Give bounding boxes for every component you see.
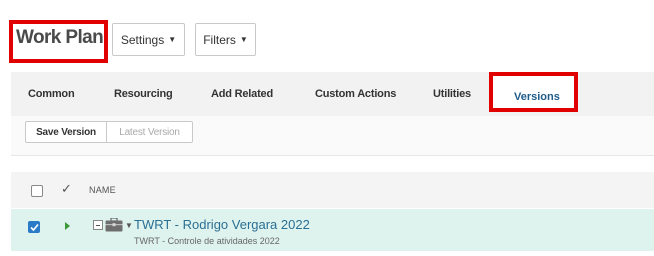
select-all-checkbox[interactable]	[31, 185, 43, 197]
save-version-button[interactable]: Save Version	[25, 121, 107, 143]
check-icon: ✓	[61, 181, 72, 196]
filters-label: Filters	[203, 32, 236, 47]
caret-down-icon: ▼	[239, 35, 248, 44]
tab-resourcing[interactable]: Resourcing	[114, 88, 173, 100]
tab-common[interactable]: Common	[28, 88, 75, 100]
tab-versions[interactable]: Versions	[514, 91, 560, 103]
collapse-icon[interactable]	[93, 220, 103, 230]
row-checkbox[interactable]	[28, 221, 40, 233]
ribbon: Common Resourcing Add Related Custom Act…	[11, 72, 654, 156]
filters-button[interactable]: Filters ▼	[195, 23, 256, 56]
tab-utilities[interactable]: Utilities	[433, 88, 471, 100]
tab-custom-actions[interactable]: Custom Actions	[315, 88, 396, 100]
column-header-name[interactable]: NAME	[89, 185, 116, 195]
tab-add-related[interactable]: Add Related	[211, 88, 273, 100]
caret-down-icon: ▼	[168, 35, 177, 44]
settings-button[interactable]: Settings ▼	[112, 23, 185, 56]
grid-header: ✓ NAME	[11, 172, 654, 208]
ribbon-tabs: Common Resourcing Add Related Custom Act…	[11, 72, 654, 116]
briefcase-icon	[105, 217, 123, 237]
row-subtitle: TWRT - Controle de atividades 2022	[134, 236, 280, 246]
caret-down-icon[interactable]: ▼	[125, 221, 133, 230]
settings-label: Settings	[120, 32, 165, 47]
play-icon[interactable]	[65, 222, 70, 230]
table-row[interactable]: ▼ TWRT - Rodrigo Vergara 2022 TWRT - Con…	[11, 209, 654, 251]
page-title: Work Plan	[16, 27, 104, 48]
row-title[interactable]: TWRT - Rodrigo Vergara 2022	[134, 217, 310, 232]
latest-version-button[interactable]: Latest Version	[106, 121, 193, 143]
